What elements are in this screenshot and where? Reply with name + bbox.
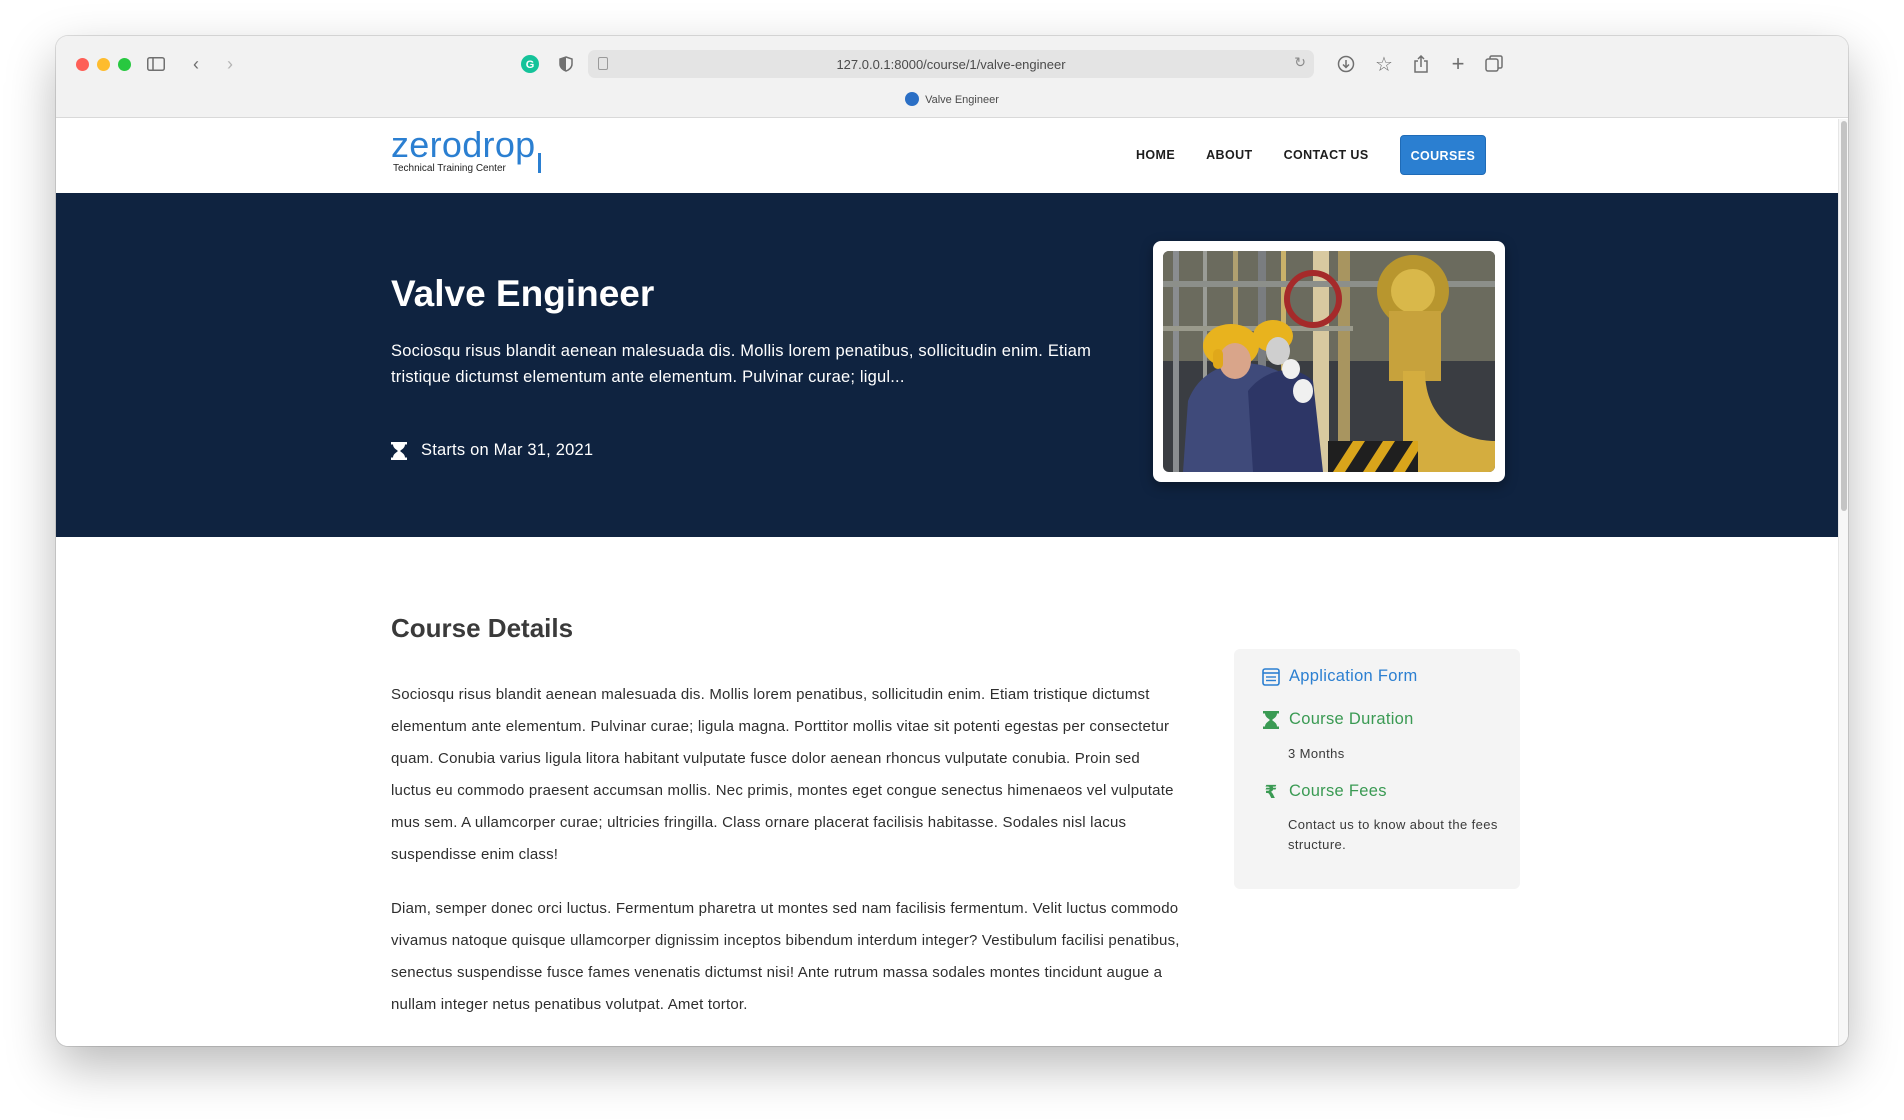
address-bar[interactable]: 127.0.0.1:8000/course/1/valve-engineer ↻ [588, 50, 1314, 78]
download-icon[interactable] [1332, 50, 1360, 78]
course-fees-label: Course Fees [1289, 782, 1387, 800]
logo-accent [538, 153, 541, 173]
nav-contact-link[interactable]: CONTACT US [1284, 135, 1369, 175]
course-details-paragraph-2: Diam, semper donec orci luctus. Fermentu… [391, 900, 1180, 1013]
main-nav: HOME ABOUT CONTACT US COURSES [1136, 135, 1487, 175]
course-duration: Course Duration [1262, 710, 1414, 729]
window-controls [76, 58, 131, 71]
nav-courses-button[interactable]: COURSES [1399, 135, 1487, 175]
logo-wordmark: zerodrop [391, 124, 536, 165]
application-form-link[interactable]: Application Form [1262, 667, 1418, 686]
rupee-icon: ₹ [1264, 781, 1278, 802]
privacy-shield-icon[interactable] [552, 50, 580, 78]
reload-icon[interactable]: ↻ [1294, 54, 1306, 71]
active-tab[interactable]: Valve Engineer [56, 92, 1848, 118]
back-icon[interactable]: ‹ [182, 50, 210, 78]
form-icon [1262, 667, 1280, 686]
bookmark-star-icon[interactable]: ☆ [1370, 50, 1398, 78]
course-photo [1163, 251, 1495, 472]
nav-home-link[interactable]: HOME [1136, 135, 1175, 175]
course-details-heading: Course Details [391, 613, 574, 643]
application-form-label: Application Form [1289, 667, 1418, 685]
svg-text:G: G [526, 59, 535, 71]
hourglass-icon [391, 441, 407, 460]
page-scrollbar[interactable] [1838, 119, 1848, 1046]
new-tab-icon[interactable]: + [1444, 50, 1472, 78]
close-window-button[interactable] [76, 58, 89, 71]
course-info-card: Application Form Course Duration 3 Month… [1234, 649, 1520, 889]
zoom-window-button[interactable] [118, 58, 131, 71]
start-date-text: Starts on Mar 31, 2021 [421, 441, 594, 459]
course-summary: Sociosqu risus blandit aenean malesuada … [391, 342, 1092, 386]
course-hero: Valve Engineer Sociosqu risus blandit ae… [56, 193, 1838, 537]
minimize-window-button[interactable] [97, 58, 110, 71]
course-title: Valve Engineer [391, 273, 655, 314]
sidebar-toggle-icon[interactable] [142, 50, 170, 78]
tab-title: Valve Engineer [925, 94, 999, 106]
site-navbar: zerodrop Technical Training Center HOME … [56, 119, 1838, 193]
course-fees-value: Contact us to know about the fees struct… [1288, 817, 1498, 852]
hourglass-icon [1263, 710, 1279, 729]
site-logo[interactable]: zerodrop Technical Training Center [391, 124, 541, 174]
browser-toolbar: ‹ › G 127.0.0.1:8000/course/1/valve-engi… [56, 36, 1848, 118]
nav-about-link[interactable]: ABOUT [1206, 135, 1252, 175]
forward-icon[interactable]: › [216, 50, 244, 78]
course-duration-label: Course Duration [1289, 710, 1414, 728]
start-date: Starts on Mar 31, 2021 [391, 441, 593, 460]
web-page: zerodrop Technical Training Center HOME … [56, 119, 1838, 1046]
grammarly-extension-icon[interactable]: G [516, 50, 544, 78]
course-details-paragraph-1: Sociosqu risus blandit aenean malesuada … [391, 686, 1174, 863]
tab-overview-icon[interactable] [1480, 50, 1508, 78]
course-fees: ₹ Course Fees [1262, 782, 1387, 801]
scrollbar-thumb[interactable] [1841, 121, 1847, 511]
course-image-frame [1153, 241, 1505, 482]
browser-window: ‹ › G 127.0.0.1:8000/course/1/valve-engi… [56, 36, 1848, 1046]
share-icon[interactable] [1407, 50, 1435, 78]
course-duration-value: 3 Months [1288, 746, 1345, 761]
url-text: 127.0.0.1:8000/course/1/valve-engineer [836, 57, 1066, 72]
tab-favicon-icon [905, 92, 920, 106]
